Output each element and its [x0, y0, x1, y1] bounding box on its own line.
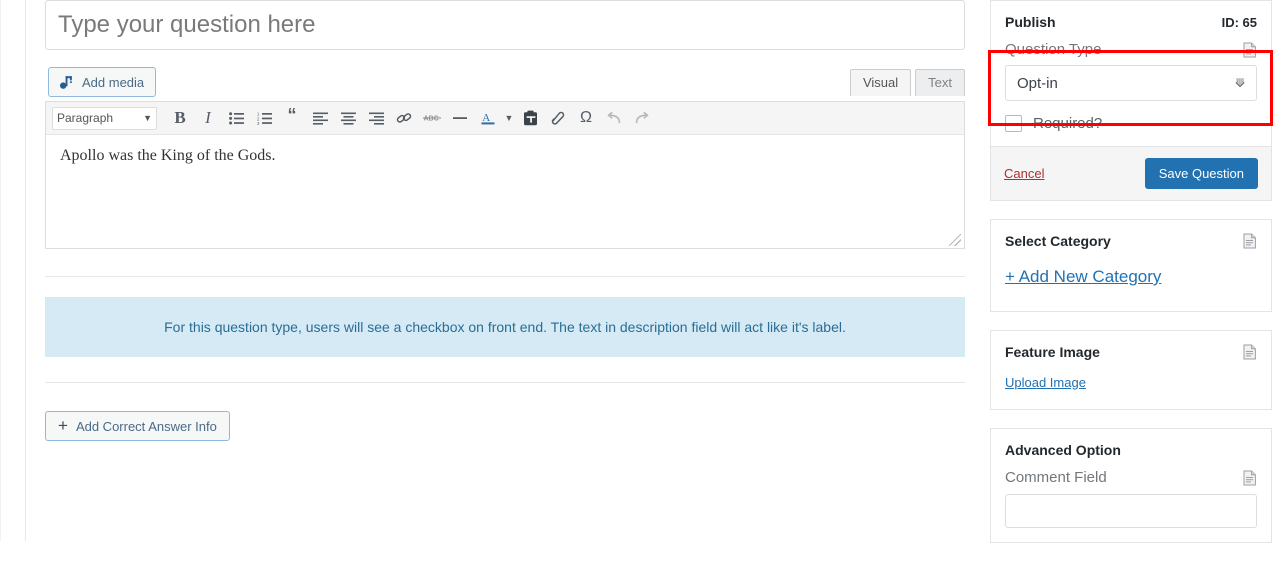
- help-document-icon[interactable]: [1243, 344, 1257, 360]
- help-document-icon[interactable]: [1243, 233, 1257, 249]
- question-type-value: Opt-in: [1017, 74, 1058, 92]
- required-label: Required?: [1033, 115, 1103, 132]
- section-divider-top: [45, 276, 965, 277]
- sidebar-column: Publish ID: 65 Question Type Opt-in ⟱ Re…: [990, 0, 1272, 561]
- format-select-value: Paragraph: [57, 111, 114, 125]
- tab-visual[interactable]: Visual: [849, 69, 912, 96]
- editor-resize-handle[interactable]: [949, 234, 961, 246]
- svg-text:A: A: [482, 112, 490, 124]
- chevron-down-icon: ▼: [143, 113, 152, 123]
- admin-question-editor-page: Add media Visual Text Paragraph ▼ B I: [0, 0, 1280, 543]
- required-checkbox[interactable]: [1005, 115, 1022, 132]
- advanced-option-title: Advanced Option: [1005, 442, 1121, 458]
- advanced-option-body: Comment Field: [991, 469, 1271, 542]
- comment-field-input[interactable]: [1005, 494, 1257, 528]
- publish-panel-footer: Cancel Save Question: [991, 146, 1271, 200]
- add-media-icon: [58, 74, 75, 91]
- bulleted-list-button[interactable]: [222, 105, 250, 131]
- main-content-column: Add media Visual Text Paragraph ▼ B I: [45, 0, 965, 441]
- question-type-notice: For this question type, users will see a…: [45, 297, 965, 357]
- question-type-label-row: Question Type: [1005, 41, 1257, 58]
- clear-formatting-button[interactable]: [544, 105, 572, 131]
- comment-field-label: Comment Field: [1005, 469, 1107, 486]
- svg-text:3: 3: [257, 121, 260, 125]
- question-title-input[interactable]: [45, 0, 965, 50]
- question-type-label: Question Type: [1005, 41, 1102, 58]
- editor-media-row: Add media Visual Text: [45, 67, 965, 101]
- align-center-button[interactable]: [334, 105, 362, 131]
- editor-toolbar: Paragraph ▼ B I 1 2 3 “ ABC A ▼ Ω: [46, 102, 964, 135]
- format-select[interactable]: Paragraph ▼: [52, 106, 157, 130]
- add-media-label: Add media: [82, 74, 145, 90]
- plus-icon: +: [58, 416, 68, 435]
- svg-text:ABC: ABC: [424, 116, 439, 123]
- paste-as-text-button[interactable]: [516, 105, 544, 131]
- advanced-option-panel: Advanced Option Comment Field: [990, 428, 1272, 543]
- special-character-button[interactable]: Ω: [572, 105, 600, 131]
- editor-content-area[interactable]: Apollo was the King of the Gods.: [46, 135, 964, 248]
- bold-button[interactable]: B: [166, 105, 194, 131]
- required-row[interactable]: Required?: [1005, 115, 1257, 132]
- help-document-icon[interactable]: [1243, 42, 1257, 58]
- select-category-title: Select Category: [1005, 233, 1111, 249]
- add-correct-answer-info-button[interactable]: + Add Correct Answer Info: [45, 411, 230, 441]
- chevron-down-icon: ⟱: [1234, 76, 1245, 90]
- comment-field-label-row: Comment Field: [1005, 469, 1257, 486]
- question-type-select[interactable]: Opt-in ⟱: [1005, 65, 1257, 101]
- section-divider-bottom: [45, 382, 965, 383]
- align-right-button[interactable]: [362, 105, 390, 131]
- text-color-chevron-icon[interactable]: ▼: [502, 105, 516, 131]
- feature-image-header: Feature Image: [991, 331, 1271, 371]
- feature-image-panel: Feature Image Upload Image: [990, 330, 1272, 410]
- advanced-option-header: Advanced Option: [991, 429, 1271, 469]
- question-id-label: ID: 65: [1221, 14, 1257, 30]
- select-category-panel: Select Category + Add New Category: [990, 219, 1272, 312]
- answer-info-row: + Add Correct Answer Info: [45, 411, 965, 441]
- feature-image-body: Upload Image: [991, 371, 1271, 409]
- publish-panel-body: Question Type Opt-in ⟱ Required?: [991, 41, 1271, 146]
- publish-panel: Publish ID: 65 Question Type Opt-in ⟱ Re…: [990, 0, 1272, 201]
- admin-rail-edge: [0, 0, 1, 541]
- add-correct-answer-info-label: Add Correct Answer Info: [75, 418, 217, 434]
- wp-editor: Add media Visual Text Paragraph ▼ B I 1 …: [45, 67, 965, 249]
- text-color-button[interactable]: A: [474, 105, 502, 131]
- numbered-list-button[interactable]: 1 2 3: [250, 105, 278, 131]
- save-question-button[interactable]: Save Question: [1144, 158, 1258, 189]
- cancel-link[interactable]: Cancel: [1004, 166, 1044, 181]
- upload-image-link[interactable]: Upload Image: [1005, 375, 1086, 390]
- strikethrough-button[interactable]: ABC: [418, 105, 446, 131]
- select-category-header: Select Category: [991, 220, 1271, 260]
- tab-text[interactable]: Text: [915, 69, 965, 96]
- admin-rail-divider: [25, 0, 26, 541]
- undo-button[interactable]: [600, 105, 628, 131]
- add-media-button[interactable]: Add media: [48, 67, 157, 97]
- insert-link-button[interactable]: [390, 105, 418, 131]
- publish-panel-header: Publish ID: 65: [991, 1, 1271, 41]
- publish-panel-title: Publish: [1005, 14, 1056, 30]
- help-document-icon[interactable]: [1243, 470, 1257, 486]
- editor-mode-tabs: Visual Text: [849, 69, 965, 96]
- select-category-body: + Add New Category: [991, 260, 1271, 311]
- add-new-category-link[interactable]: + Add New Category: [1005, 267, 1161, 286]
- horizontal-line-button[interactable]: [446, 105, 474, 131]
- blockquote-button[interactable]: “: [278, 105, 306, 131]
- editor-paragraph: Apollo was the King of the Gods.: [60, 147, 276, 164]
- italic-button[interactable]: I: [194, 105, 222, 131]
- align-left-button[interactable]: [306, 105, 334, 131]
- editor-box: Paragraph ▼ B I 1 2 3 “ ABC A ▼ Ω Apollo…: [45, 101, 965, 249]
- feature-image-title: Feature Image: [1005, 344, 1100, 360]
- redo-button[interactable]: [628, 105, 656, 131]
